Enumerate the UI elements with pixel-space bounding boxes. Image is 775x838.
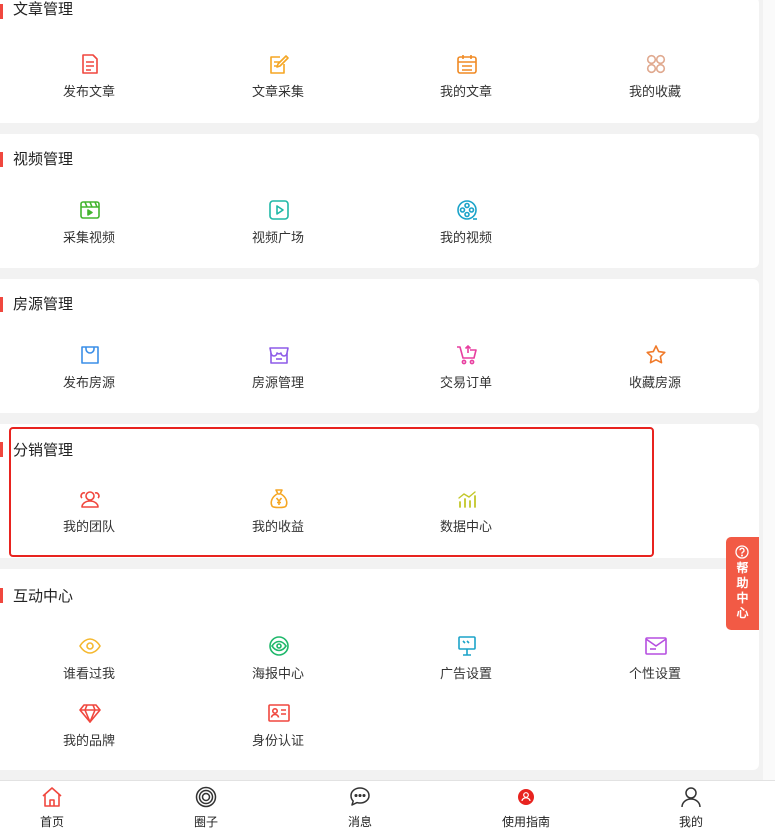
question-circle-icon — [735, 544, 749, 559]
menu-item-property-management[interactable]: 房源管理 — [213, 344, 343, 400]
menu-item-publish-property[interactable]: 发布房源 — [24, 344, 154, 400]
menu-item-personal-settings[interactable]: 个性设置 — [590, 635, 720, 691]
section-property-management: 房源管理 发布房源 房源管理 交易订单 收藏房源 — [0, 279, 759, 413]
menu-item-label: 发布房源 — [62, 376, 115, 391]
tab-home[interactable]: 首页 — [2, 781, 102, 831]
film-icon — [79, 199, 101, 221]
cart-icon — [456, 344, 478, 366]
menu-item-poster-center[interactable]: 海报中心 — [213, 635, 343, 691]
help-center-label: 帮助 中心 — [736, 561, 749, 620]
tab-circles[interactable]: 圈子 — [156, 781, 256, 831]
section-article-management: 文章管理 发布文章 文章采集 我的文章 我的收藏 — [0, 0, 759, 123]
menu-item-label: 我的品牌 — [62, 734, 115, 749]
menu-item-my-videos[interactable]: 我的视频 — [401, 199, 531, 255]
menu-item-label: 收藏房源 — [628, 376, 681, 391]
menu-item-label: 视频广场 — [251, 231, 304, 246]
menu-item-label: 海报中心 — [251, 667, 304, 682]
section-interaction-center: 互动中心 谁看过我 海报中心 广告设置 个性设置 我的品牌 身份认证 — [0, 569, 759, 770]
tab-label: 使用指南 — [501, 815, 550, 829]
tab-messages[interactable]: 消息 — [310, 781, 410, 831]
menu-item-ad-settings[interactable]: 广告设置 — [401, 635, 531, 691]
calendar-list-icon — [456, 53, 478, 75]
menu-item-trade-orders[interactable]: 交易订单 — [401, 344, 531, 400]
guide-icon — [515, 786, 537, 808]
menu-item-label: 我的文章 — [439, 85, 492, 100]
mail-icon — [645, 635, 667, 657]
tab-label: 我的 — [678, 815, 703, 829]
diamond-icon — [79, 702, 101, 724]
tab-user-guide[interactable]: 使用指南 — [476, 781, 576, 831]
store-icon — [268, 344, 290, 366]
section-marker — [0, 588, 3, 603]
help-center-button[interactable]: 帮助 中心 — [726, 537, 759, 630]
chat-icon — [349, 786, 371, 808]
menu-item-label: 我的收藏 — [628, 85, 681, 100]
menu-item-identity-verification[interactable]: 身份认证 — [213, 702, 343, 758]
menu-item-label: 文章采集 — [251, 85, 304, 100]
edit-note-icon — [268, 53, 290, 75]
menu-item-label: 广告设置 — [439, 667, 492, 682]
menu-item-label: 身份认证 — [251, 734, 304, 749]
user-icon — [680, 786, 702, 808]
highlight-rectangle — [9, 427, 654, 557]
menu-item-label: 谁看过我 — [62, 667, 115, 682]
billboard-icon — [456, 635, 478, 657]
menu-item-label: 采集视频 — [62, 231, 115, 246]
circles-icon — [195, 786, 217, 808]
tab-label: 圈子 — [193, 815, 218, 829]
eye-icon — [79, 635, 101, 657]
menu-item-collect-video[interactable]: 采集视频 — [24, 199, 154, 255]
scroll-track[interactable] — [763, 0, 775, 837]
menu-item-label: 发布文章 — [62, 85, 115, 100]
menu-item-article-collect[interactable]: 文章采集 — [213, 53, 343, 109]
section-video-management: 视频管理 采集视频 视频广场 我的视频 — [0, 134, 759, 268]
menu-item-video-square[interactable]: 视频广场 — [213, 199, 343, 255]
section-marker — [0, 297, 3, 312]
clover-icon — [645, 53, 667, 75]
menu-item-my-articles[interactable]: 我的文章 — [401, 53, 531, 109]
menu-item-label: 个性设置 — [628, 667, 681, 682]
section-marker — [0, 152, 3, 167]
section-marker — [0, 442, 3, 457]
menu-item-publish-article[interactable]: 发布文章 — [24, 53, 154, 109]
menu-item-who-viewed-me[interactable]: 谁看过我 — [24, 635, 154, 691]
tab-label: 消息 — [347, 815, 372, 829]
menu-item-label: 交易订单 — [439, 376, 492, 391]
eye-circle-icon — [268, 635, 290, 657]
play-square-icon — [268, 199, 290, 221]
star-icon — [645, 344, 667, 366]
menu-item-label: 房源管理 — [251, 376, 304, 391]
section-title: 文章管理 — [13, 0, 74, 18]
menu-item-my-brand[interactable]: 我的品牌 — [24, 702, 154, 758]
bottom-tab-bar: 首页 圈子 消息 使用指南 我的 — [0, 780, 775, 838]
section-title: 互动中心 — [13, 587, 74, 605]
menu-item-favorite-properties[interactable]: 收藏房源 — [590, 344, 720, 400]
section-title: 视频管理 — [13, 150, 74, 168]
bag-icon — [79, 344, 101, 366]
id-card-icon — [268, 702, 290, 724]
home-icon — [41, 786, 63, 808]
tab-me[interactable]: 我的 — [641, 781, 741, 831]
menu-item-label: 我的视频 — [439, 231, 492, 246]
document-icon — [79, 53, 101, 75]
section-marker — [0, 4, 3, 19]
tab-label: 首页 — [39, 815, 64, 829]
section-title: 房源管理 — [13, 295, 74, 313]
menu-item-my-favorites[interactable]: 我的收藏 — [590, 53, 720, 109]
film-reel-icon — [456, 199, 478, 221]
